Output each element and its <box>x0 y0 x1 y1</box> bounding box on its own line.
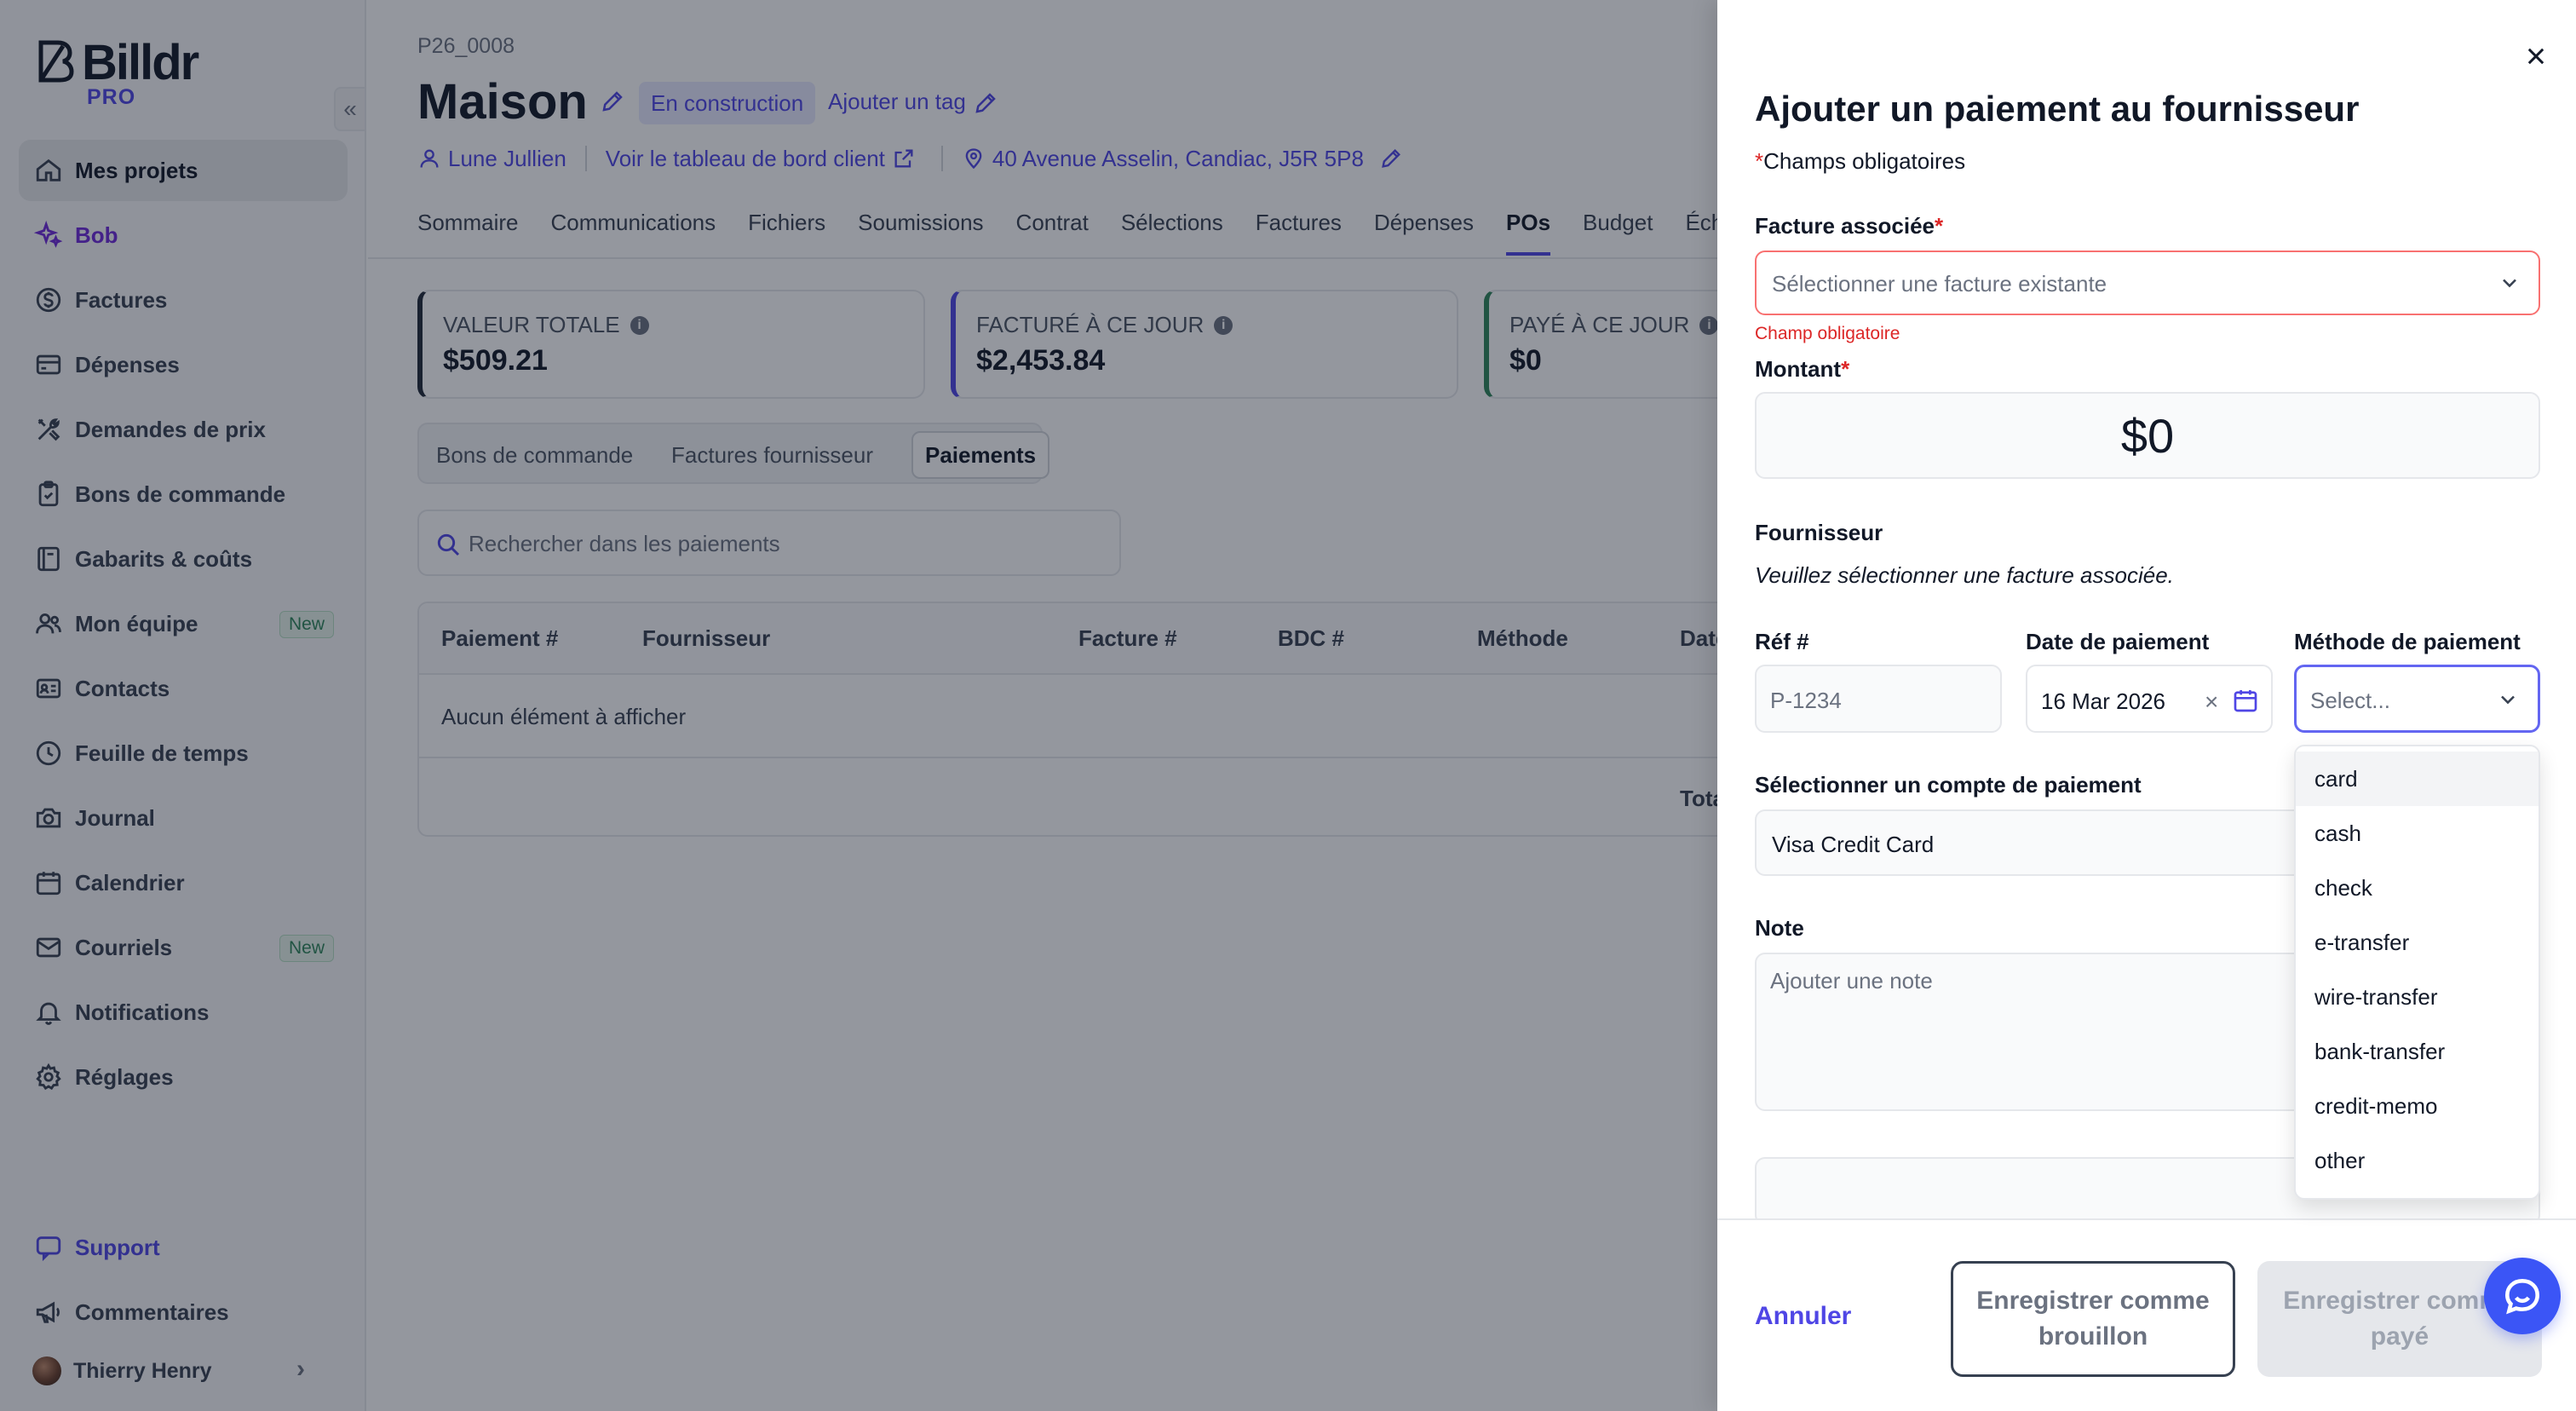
drawer-title: Ajouter un paiement au fournisseur <box>1755 89 2360 129</box>
chat-support-button[interactable] <box>2484 1258 2561 1334</box>
modal-backdrop[interactable] <box>0 0 1717 1411</box>
clear-date-icon[interactable]: × <box>2205 688 2218 716</box>
ref-field <box>1755 665 2002 733</box>
invoice-label: Facture associée* <box>1755 213 1943 239</box>
amount-input[interactable]: $0 <box>1755 392 2540 479</box>
method-option-credit-memo[interactable]: credit-memo <box>2296 1079 2539 1133</box>
label-text: Montant <box>1755 356 1842 382</box>
method-option-wire-transfer[interactable]: wire-transfer <box>2296 970 2539 1024</box>
account-label: Sélectionner un compte de paiement <box>1755 772 2142 798</box>
method-option-bank-transfer[interactable]: bank-transfer <box>2296 1024 2539 1079</box>
amount-label: Montant* <box>1755 356 1849 383</box>
invoice-error: Champ obligatoire <box>1755 324 1900 343</box>
required-asterisk: * <box>1841 356 1850 382</box>
supplier-hint: Veuillez sélectionner une facture associ… <box>1755 562 2174 588</box>
required-fields-note: *Champs obligatoires <box>1755 148 1965 175</box>
ref-label: Réf # <box>1755 629 1809 654</box>
chevron-down-icon <box>2503 279 2516 288</box>
method-option-other[interactable]: other <box>2296 1133 2539 1188</box>
method-option-cash[interactable]: cash <box>2296 806 2539 861</box>
date-label: Date de paiement <box>2026 629 2210 654</box>
payment-method-dropdown: card cash check e-transfer wire-transfer… <box>2294 745 2540 1200</box>
chevron-down-icon <box>2501 695 2515 705</box>
required-asterisk: * <box>1755 148 1764 174</box>
calendar-icon[interactable] <box>2232 687 2259 714</box>
cancel-button[interactable]: Annuler <box>1755 1302 1851 1331</box>
method-label: Méthode de paiement <box>2294 629 2521 654</box>
payment-date-value: 16 Mar 2026 <box>2041 688 2165 714</box>
method-option-e-transfer[interactable]: e-transfer <box>2296 915 2539 970</box>
close-button[interactable] <box>2517 37 2555 75</box>
required-asterisk: * <box>1935 213 1944 239</box>
invoice-select[interactable]: Sélectionner une facture existante <box>1755 251 2540 315</box>
method-placeholder: Select... <box>2310 688 2390 713</box>
method-option-check[interactable]: check <box>2296 861 2539 915</box>
invoice-placeholder: Sélectionner une facture existante <box>1772 271 2107 297</box>
close-icon <box>2527 48 2544 65</box>
payment-date-field[interactable]: 16 Mar 2026 × <box>2026 665 2273 733</box>
payment-method-select[interactable]: Select... <box>2294 665 2540 733</box>
required-note-text: Champs obligatoires <box>1763 148 1966 174</box>
chat-bubble-icon <box>2504 1278 2540 1315</box>
method-option-card[interactable]: card <box>2296 752 2539 806</box>
ref-input[interactable] <box>1770 680 1988 721</box>
account-value: Visa Credit Card <box>1772 832 1935 857</box>
drawer-footer: Annuler Enregistrer comme brouillon Enre… <box>1717 1218 2576 1411</box>
label-text: Facture associée <box>1755 213 1935 239</box>
save-draft-button[interactable]: Enregistrer comme brouillon <box>1951 1261 2235 1377</box>
add-supplier-payment-drawer: Ajouter un paiement au fournisseur *Cham… <box>1717 0 2576 1411</box>
supplier-label: Fournisseur <box>1755 520 1883 545</box>
note-label: Note <box>1755 915 1804 941</box>
